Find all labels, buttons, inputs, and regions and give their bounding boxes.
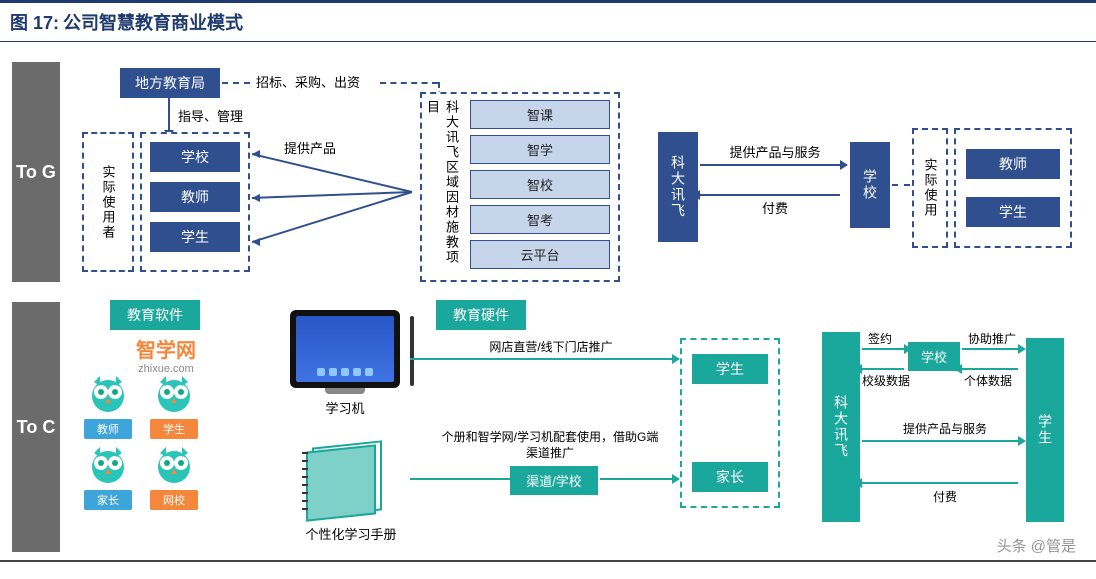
box-student: 学生 [150,222,240,252]
tablet-label: 学习机 [290,398,400,417]
box-channel: 渠道/学校 [510,466,598,495]
label-indiv-data: 个体数据 [964,372,1012,389]
label-school-data: 校级数据 [862,372,910,389]
zhixue-name: 智学网 [96,334,236,363]
prod-zhike: 智课 [470,100,610,129]
zhixue-brand: 智学网 zhixue.com [96,334,236,375]
label-provide-service-c: 提供产品与服务 [870,420,1020,437]
label-sign: 签约 [868,330,892,347]
prod-zhikao: 智考 [470,205,610,234]
bottom-rule [0,560,1096,562]
box-school: 学校 [150,142,240,172]
box-kdxf-project: 科大讯飞区域因材施教项目 智课 智学 智校 智考 云平台 [420,92,620,282]
booklet-mock: 个性化学习手册 [296,444,406,543]
band-toc: To C [12,302,60,552]
box-edu-software: 教育软件 [110,300,200,330]
owl-icon [152,374,196,417]
band-tog: To G [12,62,60,282]
box-student-c: 学生 [692,354,768,384]
prod-cloud: 云平台 [470,240,610,269]
label-bid: 招标、采购、出资 [256,72,360,91]
label-provide-service: 提供产品与服务 [710,142,840,161]
arrow-left [862,368,904,370]
dash-line [892,184,910,186]
tag-teacher: 教师 [84,419,132,439]
prod-zhixiao: 智校 [470,170,610,199]
label-assist: 协助推广 [968,330,1016,347]
box-teacher-r: 教师 [966,149,1060,179]
tablet-mock: 学习机 [290,310,400,417]
diagram-canvas: To G 地方教育局 招标、采购、出资 指导、管理 实际使用者 学校 教师 学生… [0,42,1096,562]
tag-netschool: 网校 [150,490,198,510]
watermark: 头条 @管是 [997,535,1076,556]
box-edu-bureau: 地方教育局 [120,68,220,98]
tag-parent: 家长 [84,490,132,510]
converge-lines [252,142,422,272]
box-school-right: 学校 [850,142,890,228]
label-kdxf-project: 科大讯飞区域因材施教项目 [422,94,462,280]
box-student-r: 学生 [966,197,1060,227]
owl-icon [152,445,196,488]
figure-number: 图 17: [10,9,59,35]
figure-title: 公司智慧教育商业模式 [63,9,243,35]
label-pay: 付费 [710,198,840,217]
arrow-left [862,482,1018,484]
owl-grid: 教师 学生 家长 网校 [84,374,254,510]
prod-zhixue: 智学 [470,135,610,164]
dash-line [222,82,250,84]
box-kdxf-c: 科大讯飞 [822,332,860,522]
box-customers: 学生 家长 [680,338,780,508]
arrow-right [962,348,1018,350]
booklet-label: 个性化学习手册 [296,524,406,543]
arrow-right [600,478,672,480]
box-school-c: 学校 [908,342,960,371]
label-bundle: 个册和智学网/学习机配套使用，借助G端渠道推广 [440,430,660,461]
box-parent-c: 家长 [692,462,768,492]
arrow-down [168,96,170,130]
owl-icon [86,445,130,488]
line [410,478,510,480]
figure-title-bar: 图 17: 公司智慧教育商业模式 [0,0,1096,42]
dash-line [380,82,438,84]
label-pay-c: 付费 [870,488,1020,505]
arrow-right [410,358,672,360]
owl-icon [86,374,130,417]
box-student-right: 学生 [1026,338,1064,522]
arrow-right [700,164,840,166]
box-actual-users: 学校 教师 学生 [140,132,250,272]
box-actual-use-r: 实际使用 [912,128,948,248]
box-edu-hardware: 教育硬件 [436,300,526,330]
label-store-promo: 网店直营/线下门店推广 [456,338,646,355]
label-guide: 指导、管理 [178,106,243,125]
box-teacher: 教师 [150,182,240,212]
arrow-right [862,440,1018,442]
arrow-right [862,348,904,350]
box-kdxf: 科大讯飞 [658,132,698,242]
tag-student: 学生 [150,419,198,439]
box-actual-users-label: 实际使用者 [82,132,134,272]
box-users-right: 教师 学生 [954,128,1072,248]
arrow-left [700,194,840,196]
arrow-left [962,368,1018,370]
